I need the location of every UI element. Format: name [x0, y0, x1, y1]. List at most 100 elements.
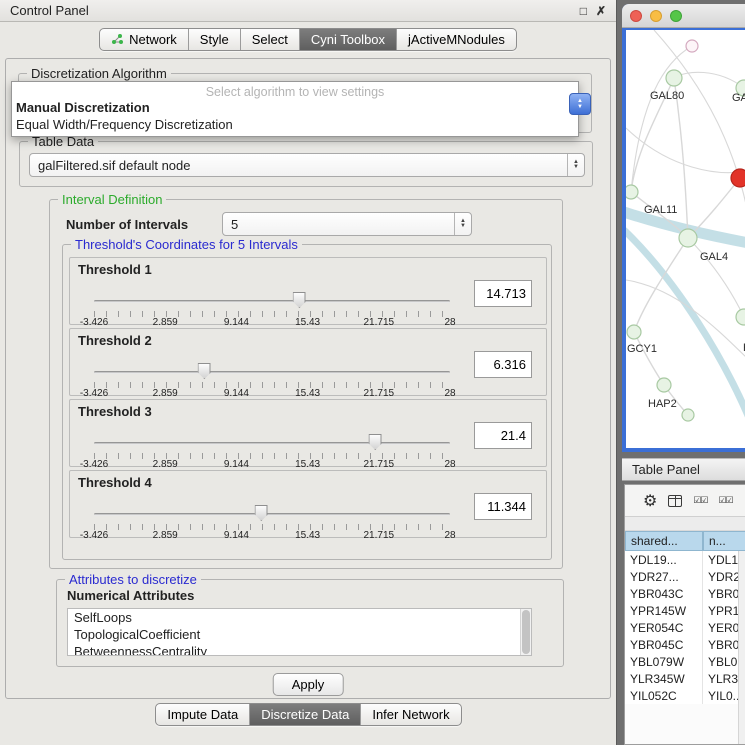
- threshold-4-slider[interactable]: [94, 505, 450, 523]
- numerical-attributes-label: Numerical Attributes: [67, 588, 194, 603]
- network-canvas[interactable]: GAL80GAGAL11GAL4GCY1HHAP2: [626, 30, 745, 448]
- svg-text:GA: GA: [732, 92, 745, 104]
- slider-scale: -3.4262.8599.14415.4321.71528: [94, 455, 450, 467]
- network-svg: GAL80GAGAL11GAL4GCY1HHAP2: [626, 30, 745, 448]
- table-data-selected: galFiltered.sif default node: [38, 158, 567, 173]
- table-row[interactable]: YBR043CYBR0...: [625, 585, 745, 602]
- column-header-name[interactable]: n...: [703, 531, 745, 551]
- network-window-titlebar[interactable]: [622, 4, 745, 28]
- tab-style[interactable]: Style: [188, 29, 240, 50]
- slider-scale: -3.4262.8599.14415.4321.71528: [94, 384, 450, 396]
- threshold-2-label: Threshold 2: [78, 333, 152, 348]
- cyni-toolbox-panel: Discretization Algorithm ▲ ▼ Select algo…: [5, 58, 611, 699]
- slider-track: [94, 513, 450, 516]
- slider-track: [94, 442, 450, 445]
- table-row[interactable]: YIL052CYIL0...: [625, 687, 745, 704]
- dropdown-option-manual-discretization[interactable]: Manual Discretization: [12, 99, 578, 116]
- slider-handle[interactable]: [198, 363, 211, 379]
- apply-button[interactable]: Apply: [273, 673, 344, 696]
- tab-select[interactable]: Select: [240, 29, 299, 50]
- dropdown-option-equal-width-frequency[interactable]: Equal Width/Frequency Discretization: [12, 116, 578, 133]
- table-vertical-scrollbar[interactable]: [738, 551, 745, 744]
- algorithm-combobox-button[interactable]: ▲ ▼: [569, 93, 591, 115]
- minimize-traffic-light[interactable]: [650, 10, 662, 22]
- table-row[interactable]: YBR045CYBR0...: [625, 636, 745, 653]
- table-data-combobox[interactable]: galFiltered.sif default node ▲▼: [29, 153, 585, 177]
- threshold-1-label: Threshold 1: [78, 262, 152, 277]
- thresholds-group-label: Threshold's Coordinates for 5 Intervals: [71, 237, 302, 252]
- svg-text:GAL4: GAL4: [700, 251, 728, 263]
- slider-handle[interactable]: [293, 292, 306, 308]
- table-header-spacer: [625, 517, 745, 531]
- algorithm-dropdown-list: Select algorithm to view settings Manual…: [11, 81, 579, 137]
- gear-icon[interactable]: ⚙: [643, 491, 657, 511]
- table-panel-titlebar: Table Panel: [622, 458, 745, 481]
- tab-discretize-data[interactable]: Discretize Data: [249, 704, 360, 725]
- chevron-down-icon: ▼: [577, 104, 583, 110]
- tab-network[interactable]: Network: [100, 29, 188, 50]
- bottom-tab-bar: Impute Data Discretize Data Infer Networ…: [0, 703, 617, 726]
- list-item[interactable]: BetweennessCentrality: [68, 643, 531, 656]
- threshold-4-value-field[interactable]: [474, 493, 532, 520]
- close-traffic-light[interactable]: [630, 10, 642, 22]
- deselect-checkboxes-icon[interactable]: ☑☑: [718, 495, 732, 506]
- tab-jactivemnodules[interactable]: jActiveMNodules: [396, 29, 516, 50]
- svg-text:GAL11: GAL11: [644, 204, 677, 216]
- algorithm-group-label: Discretization Algorithm: [27, 66, 171, 81]
- stepper-arrows-icon: ▲▼: [567, 154, 584, 176]
- table-data-group: Table Data galFiltered.sif default node …: [19, 141, 593, 187]
- list-item[interactable]: TopologicalCoefficient: [68, 626, 531, 643]
- svg-text:GAL80: GAL80: [650, 90, 684, 102]
- threshold-3-slider[interactable]: [94, 434, 450, 452]
- threshold-4-label: Threshold 4: [78, 475, 152, 490]
- float-window-icon[interactable]: □: [580, 4, 587, 18]
- number-of-intervals-value: 5: [231, 217, 454, 232]
- list-item[interactable]: SelfLoops: [68, 609, 531, 626]
- thresholds-group: Threshold's Coordinates for 5 Intervals …: [62, 244, 552, 560]
- tab-cyni-toolbox[interactable]: Cyni Toolbox: [299, 29, 396, 50]
- number-of-intervals-label: Number of Intervals: [66, 217, 188, 232]
- stepper-arrows-icon: ▲▼: [454, 213, 471, 235]
- interval-definition-label: Interval Definition: [58, 192, 166, 207]
- threshold-1-value-field[interactable]: [474, 280, 532, 307]
- attributes-group-label: Attributes to discretize: [65, 572, 201, 587]
- zoom-traffic-light[interactable]: [670, 10, 682, 22]
- tab-infer-network[interactable]: Infer Network: [360, 704, 460, 725]
- tab-impute-data[interactable]: Impute Data: [156, 704, 249, 725]
- scrollbar-thumb[interactable]: [522, 610, 530, 654]
- attributes-group: Attributes to discretize Numerical Attri…: [56, 579, 564, 667]
- threshold-1-panel: Threshold 1 -3.4262.8599.14415.4321.7152…: [69, 257, 547, 325]
- window-title: Control Panel: [10, 3, 89, 18]
- threshold-2-slider[interactable]: [94, 363, 450, 381]
- network-tab-icon: [111, 34, 124, 45]
- number-of-intervals-combobox[interactable]: 5 ▲▼: [222, 212, 472, 236]
- threshold-4-panel: Threshold 4 -3.4262.8599.14415.4321.7152…: [69, 470, 547, 538]
- table-header-row: shared... n...: [625, 531, 745, 551]
- column-header-shared-name[interactable]: shared...: [625, 531, 703, 551]
- threshold-3-label: Threshold 3: [78, 404, 152, 419]
- threshold-2-panel: Threshold 2 -3.4262.8599.14415.4321.7152…: [69, 328, 547, 396]
- control-panel-window: Control Panel □ ✗ Network Style Select: [0, 0, 617, 745]
- table-row[interactable]: YDL19...YDL1...: [625, 551, 745, 568]
- slider-handle[interactable]: [369, 434, 382, 450]
- table-panel-title: Table Panel: [632, 462, 700, 477]
- list-vertical-scrollbar[interactable]: [520, 609, 531, 655]
- table-row[interactable]: YPR145WYPR1...: [625, 602, 745, 619]
- table-row[interactable]: YLR345WYLR3...: [625, 670, 745, 687]
- slider-track: [94, 300, 450, 303]
- columns-icon[interactable]: [668, 495, 682, 507]
- table-toolbar: ⚙ ☑☑ ☑☑: [625, 485, 745, 517]
- top-tab-bar: Network Style Select Cyni Toolbox jActiv…: [0, 22, 616, 56]
- table-row[interactable]: YBL079WYBL0...: [625, 653, 745, 670]
- network-view-window: GAL80GAGAL11GAL4GCY1HHAP2: [622, 4, 745, 452]
- close-window-icon[interactable]: ✗: [596, 4, 606, 18]
- threshold-3-value-field[interactable]: [474, 422, 532, 449]
- select-checkboxes-icon[interactable]: ☑☑: [693, 495, 707, 506]
- slider-scale: -3.4262.8599.14415.4321.71528: [94, 313, 450, 325]
- threshold-2-value-field[interactable]: [474, 351, 532, 378]
- numerical-attributes-list[interactable]: SelfLoops TopologicalCoefficient Between…: [67, 608, 532, 656]
- slider-handle[interactable]: [255, 505, 268, 521]
- table-row[interactable]: YDR27...YDR2...: [625, 568, 745, 585]
- table-row[interactable]: YER054CYER0...: [625, 619, 745, 636]
- threshold-1-slider[interactable]: [94, 292, 450, 310]
